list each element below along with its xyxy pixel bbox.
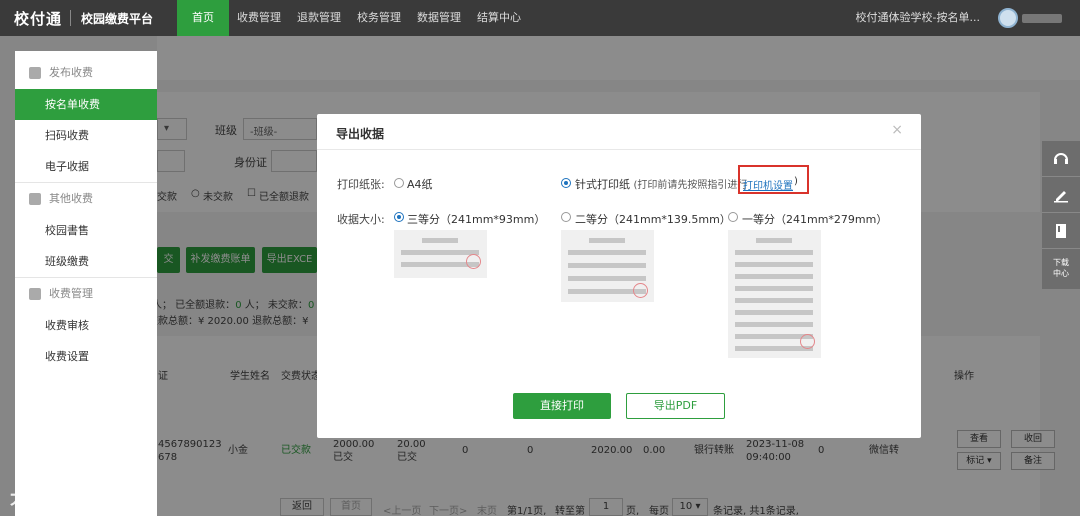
size-full-label[interactable]: 一等分（241mm*279mm） [742,211,887,227]
sidebar-item-fee-settings[interactable]: 收费设置 [15,341,157,372]
stamp-icon [633,283,648,298]
sidebar-item-qr-fee[interactable]: 扫码收费 [15,120,157,151]
nav-refund-management[interactable]: 退款管理 [289,0,349,36]
export-receipt-dialog: 导出收据 × 打印纸张: A4纸 针式打印纸 (打印前请先按照指引进行 打印机设… [317,114,921,438]
size-half-radio[interactable] [561,212,571,222]
print-button[interactable]: 直接打印 [513,393,611,419]
size-full-radio[interactable] [728,212,738,222]
edit-icon [29,67,41,79]
preview-line [756,238,792,243]
sidebar-item-list-fee[interactable]: 按名单收费 [15,89,157,120]
sidebar-group-label: 其他收费 [49,192,93,205]
grid-icon [29,193,41,205]
sidebar-group-publish: 发布收费 [15,57,157,89]
preview-line [735,274,813,279]
book-icon [1056,223,1066,238]
sidebar: 发布收费 按名单收费 扫码收费 电子收据 其他收费 校园書售 班级缴费 收费管理… [15,51,157,516]
school-name[interactable]: 校付通体验学校-按名单... [856,0,980,36]
preview-line [568,263,646,268]
preview-line [735,262,813,267]
logo: 校付通 [14,9,63,28]
yen-icon [29,288,41,300]
preview-line [735,286,813,291]
nav-home[interactable]: 首页 [177,0,229,36]
sidebar-group-label: 发布收费 [49,66,93,79]
sidebar-item-fee-review[interactable]: 收费审核 [15,310,157,341]
nav-school-affairs[interactable]: 校务管理 [349,0,409,36]
stamp-icon [800,334,815,349]
close-icon[interactable]: × [891,122,903,138]
preview-line [589,238,625,243]
manual-tool[interactable] [1042,213,1080,249]
top-navigation-bar: 校付通 校园缴费平台 首页 收费管理 退款管理 校务管理 数据管理 结算中心 校… [0,0,1080,36]
logo-divider [70,10,71,26]
sidebar-group-other: 其他收费 [15,183,157,215]
dialog-title: 导出收据 [336,127,385,141]
paper-note: (打印前请先按照指引进行 [633,180,748,191]
sidebar-group-label: 收费管理 [49,287,93,300]
preview-line [735,250,813,255]
nav-data-management[interactable]: 数据管理 [409,0,469,36]
username-blurred[interactable] [1022,14,1062,23]
headset-icon [1054,152,1068,164]
nav-fee-management[interactable]: 收费管理 [229,0,289,36]
sidebar-item-campus-sale[interactable]: 校园書售 [15,215,157,246]
preview-line [568,250,646,255]
platform-title: 校园缴费平台 [81,11,154,26]
dialog-header: 导出收据 × [317,114,921,150]
pen-icon [1054,190,1068,202]
export-pdf-button[interactable]: 导出PDF [626,393,725,419]
preview-line [735,310,813,315]
download-center-tool[interactable]: 下载 中心 [1042,249,1080,289]
preview-line [735,322,813,327]
feedback-tool[interactable] [1042,177,1080,213]
paper-needle-label: 针式打印纸 [575,178,630,191]
size-half-label[interactable]: 二等分（241mm*139.5mm） [575,211,731,227]
highlight-box [738,165,809,194]
watermark: 大数跨境 [10,488,86,509]
preview-line [735,298,813,303]
paper-needle-option[interactable]: 针式打印纸 (打印前请先按照指引进行 [575,176,747,192]
paper-needle-radio[interactable] [561,178,571,188]
paper-label: 打印纸张: [337,178,385,191]
main-nav: 首页 收费管理 退款管理 校务管理 数据管理 结算中心 [177,0,529,36]
sidebar-item-e-receipt[interactable]: 电子收据 [15,151,157,182]
preview-full [728,230,821,358]
support-tool[interactable] [1042,141,1080,177]
size-third-radio[interactable] [394,212,404,222]
paper-a4-label[interactable]: A4纸 [407,176,433,192]
size-third-label[interactable]: 三等分（241mm*93mm） [407,211,545,227]
preview-half [561,230,654,302]
sidebar-group-manage: 收费管理 [15,278,157,310]
nav-settlement-center[interactable]: 结算中心 [469,0,529,36]
paper-a4-radio[interactable] [394,178,404,188]
avatar[interactable] [998,8,1018,28]
size-label: 收据大小: [337,213,385,226]
stamp-icon [466,254,481,269]
preview-line [422,238,458,243]
preview-line [568,276,646,281]
sidebar-item-class-fee[interactable]: 班级缴费 [15,246,157,277]
preview-third [394,230,487,278]
preview-line [401,250,479,255]
floating-toolbar: 下载 中心 [1042,141,1080,289]
